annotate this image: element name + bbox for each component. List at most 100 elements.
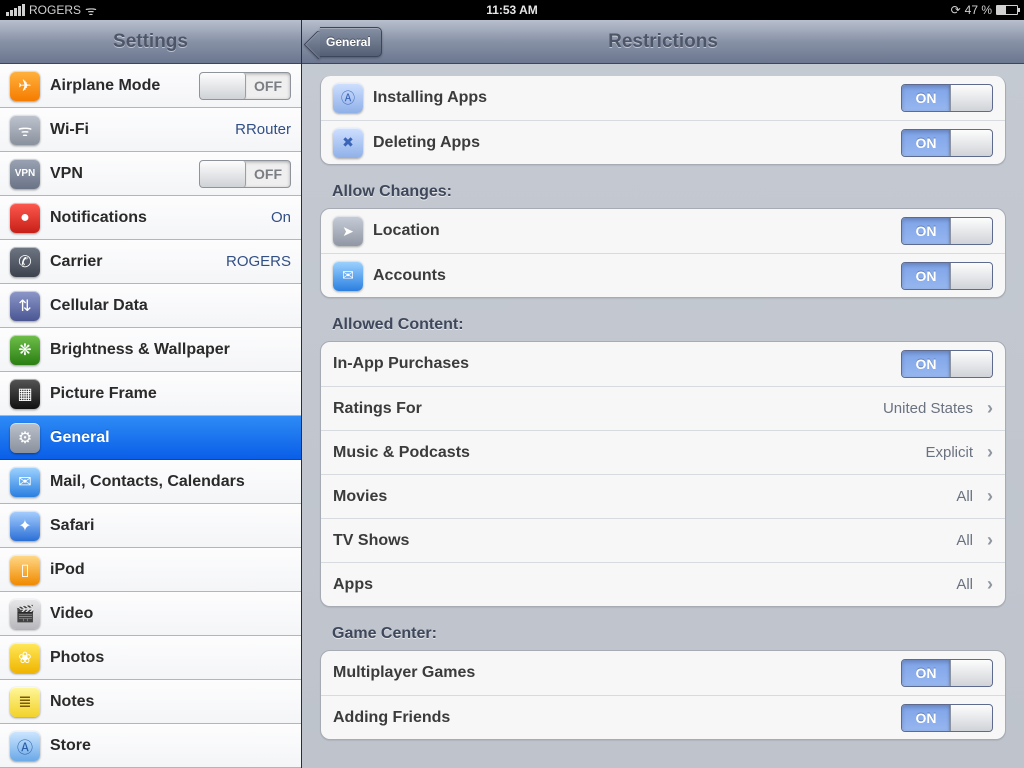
sidebar-item-label: Notes <box>50 693 291 711</box>
vpn-toggle[interactable]: OFF <box>199 160 291 188</box>
chevron-right-icon: › <box>987 574 993 595</box>
header-allow-changes: Allow Changes: <box>332 183 1006 201</box>
toggle-accounts[interactable]: ON <box>901 262 993 290</box>
sidebar-item-safari[interactable]: ✦ Safari <box>0 504 301 548</box>
header-allowed-content: Allowed Content: <box>332 316 1006 334</box>
cell-deleting-apps[interactable]: ✖ Deleting Apps ON <box>321 120 1005 164</box>
sidebar-item-store[interactable]: Ⓐ Store <box>0 724 301 768</box>
accounts-icon: ✉ <box>333 261 363 291</box>
cell-tv-shows[interactable]: TV Shows All › <box>321 518 1005 562</box>
cell-adding-friends[interactable]: Adding Friends ON <box>321 695 1005 739</box>
store-icon: Ⓐ <box>10 731 40 761</box>
sidebar-item-photos[interactable]: ❀ Photos <box>0 636 301 680</box>
sidebar-item-picture-frame[interactable]: ▦ Picture Frame <box>0 372 301 416</box>
detail-pane: General Restrictions Ⓐ Installing Apps O… <box>302 20 1024 768</box>
back-button[interactable]: General <box>308 27 382 57</box>
cell-accounts[interactable]: ✉ Accounts ON <box>321 253 1005 297</box>
notifications-value: On <box>271 209 291 226</box>
detail-content[interactable]: Ⓐ Installing Apps ON ✖ Deleting Apps ON … <box>302 64 1024 768</box>
cell-music-podcasts[interactable]: Music & Podcasts Explicit › <box>321 430 1005 474</box>
brightness-icon: ❋ <box>10 335 40 365</box>
cell-movies[interactable]: Movies All › <box>321 474 1005 518</box>
vpn-icon: VPN <box>10 159 40 189</box>
sidebar-item-cellular[interactable]: ⇅ Cellular Data <box>0 284 301 328</box>
cell-label: Adding Friends <box>333 709 891 727</box>
picture-frame-icon: ▦ <box>10 379 40 409</box>
cell-value: All <box>956 576 973 593</box>
chevron-right-icon: › <box>987 486 993 507</box>
cell-label: TV Shows <box>333 532 946 550</box>
gear-icon: ⚙ <box>10 423 40 453</box>
notes-icon: ≣ <box>10 687 40 717</box>
sidebar-item-notifications[interactable]: ● Notifications On <box>0 196 301 240</box>
carrier-value: ROGERS <box>226 253 291 270</box>
sidebar-item-mail[interactable]: ✉ Mail, Contacts, Calendars <box>0 460 301 504</box>
sidebar-list[interactable]: ✈ Airplane Mode OFF ᯤ Wi-Fi RRouter VPN … <box>0 64 301 768</box>
cell-value: All <box>956 488 973 505</box>
location-icon: ➤ <box>333 216 363 246</box>
photos-icon: ❀ <box>10 643 40 673</box>
sidebar-item-video[interactable]: 🎬 Video <box>0 592 301 636</box>
sidebar-item-label: Carrier <box>50 253 216 271</box>
sidebar-item-label: Store <box>50 737 291 755</box>
toggle-in-app-purchases[interactable]: ON <box>901 350 993 378</box>
cell-apps[interactable]: Apps All › <box>321 562 1005 606</box>
toggle-adding-friends[interactable]: ON <box>901 704 993 732</box>
ipod-icon: ▯ <box>10 555 40 585</box>
mail-icon: ✉ <box>10 467 40 497</box>
cell-label: Ratings For <box>333 400 873 418</box>
signal-icon <box>6 4 25 16</box>
cell-multiplayer-games[interactable]: Multiplayer Games ON <box>321 651 1005 695</box>
cell-label: Apps <box>333 576 946 594</box>
chevron-right-icon: › <box>987 530 993 551</box>
airplane-icon: ✈ <box>10 71 40 101</box>
toggle-multiplayer-games[interactable]: ON <box>901 659 993 687</box>
group-allowed-content: In-App Purchases ON Ratings For United S… <box>320 341 1006 607</box>
cell-value: Explicit <box>925 444 973 461</box>
status-left: ROGERS ᯤ <box>6 1 97 19</box>
cell-ratings-for[interactable]: Ratings For United States › <box>321 386 1005 430</box>
sidebar-item-label: Brightness & Wallpaper <box>50 341 291 359</box>
settings-sidebar: Settings ✈ Airplane Mode OFF ᯤ Wi-Fi RRo… <box>0 20 302 768</box>
cell-value: United States <box>883 400 973 417</box>
sidebar-item-brightness[interactable]: ❋ Brightness & Wallpaper <box>0 328 301 372</box>
sidebar-nav: Settings <box>0 20 301 64</box>
wifi-icon: ᯤ <box>85 1 97 19</box>
rotation-lock-icon: ⟳ <box>951 3 961 17</box>
sidebar-item-label: Cellular Data <box>50 297 291 315</box>
toggle-deleting-apps[interactable]: ON <box>901 129 993 157</box>
carrier-label: ROGERS <box>29 3 81 17</box>
sidebar-item-general[interactable]: ⚙ General <box>0 416 301 460</box>
wifi-value: RRouter <box>235 121 291 138</box>
status-right: ⟳ 47 % <box>951 3 1018 17</box>
sidebar-item-label: Safari <box>50 517 291 535</box>
toggle-location[interactable]: ON <box>901 217 993 245</box>
cell-label: Location <box>373 222 891 240</box>
toggle-installing-apps[interactable]: ON <box>901 84 993 112</box>
group-allow-changes: ➤ Location ON ✉ Accounts ON <box>320 208 1006 298</box>
cell-label: Movies <box>333 488 946 506</box>
sidebar-item-ipod[interactable]: ▯ iPod <box>0 548 301 592</box>
cell-value: All <box>956 532 973 549</box>
airplane-toggle[interactable]: OFF <box>199 72 291 100</box>
chevron-right-icon: › <box>987 398 993 419</box>
sidebar-item-label: Airplane Mode <box>50 77 189 95</box>
cell-location[interactable]: ➤ Location ON <box>321 209 1005 253</box>
cellular-icon: ⇅ <box>10 291 40 321</box>
group-allow-top: Ⓐ Installing Apps ON ✖ Deleting Apps ON <box>320 76 1006 165</box>
cell-label: Accounts <box>373 267 891 285</box>
sidebar-item-label: Mail, Contacts, Calendars <box>50 473 291 491</box>
video-icon: 🎬 <box>10 599 40 629</box>
sidebar-item-wifi[interactable]: ᯤ Wi-Fi RRouter <box>0 108 301 152</box>
cell-label: Multiplayer Games <box>333 664 891 682</box>
group-game-center: Multiplayer Games ON Adding Friends ON <box>320 650 1006 740</box>
sidebar-item-airplane[interactable]: ✈ Airplane Mode OFF <box>0 64 301 108</box>
cell-installing-apps[interactable]: Ⓐ Installing Apps ON <box>321 76 1005 120</box>
sidebar-item-vpn[interactable]: VPN VPN OFF <box>0 152 301 196</box>
header-game-center: Game Center: <box>332 625 1006 643</box>
sidebar-item-carrier[interactable]: ✆ Carrier ROGERS <box>0 240 301 284</box>
cell-label: In-App Purchases <box>333 355 891 373</box>
sidebar-item-notes[interactable]: ≣ Notes <box>0 680 301 724</box>
sidebar-item-label: Video <box>50 605 291 623</box>
cell-in-app-purchases[interactable]: In-App Purchases ON <box>321 342 1005 386</box>
